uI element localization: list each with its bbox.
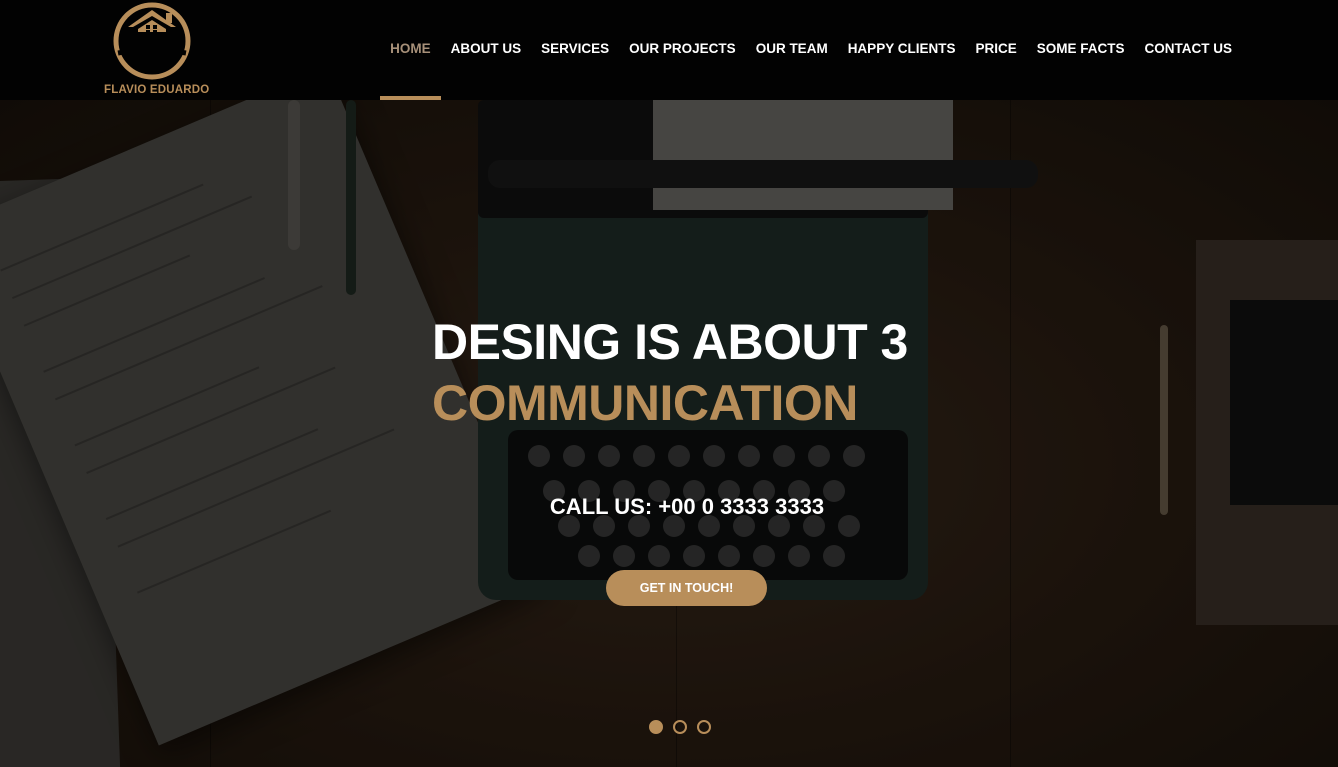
nav-item-our-team[interactable]: OUR TEAM bbox=[746, 0, 838, 100]
nav-item-contact-us[interactable]: CONTACT US bbox=[1135, 0, 1243, 100]
logo[interactable]: FLAVIO EDUARDO bbox=[104, 0, 210, 100]
slider-dot-1[interactable] bbox=[649, 720, 663, 734]
hero-subtitle: COMMUNICATION bbox=[432, 375, 858, 431]
nav-item-happy-clients[interactable]: HAPPY CLIENTS bbox=[838, 0, 966, 100]
navbar: FLAVIO EDUARDO HOME ABOUT US SERVICES OU… bbox=[0, 0, 1338, 100]
nav-item-our-projects[interactable]: OUR PROJECTS bbox=[619, 0, 746, 100]
nav-item-price[interactable]: PRICE bbox=[965, 0, 1026, 100]
nav-item-about-us[interactable]: ABOUT US bbox=[441, 0, 532, 100]
slider-dot-3[interactable] bbox=[697, 720, 711, 734]
slider-pagination bbox=[649, 720, 711, 734]
hero-call-us: CALL US: +00 0 3333 3333 bbox=[549, 494, 825, 519]
nav-item-home[interactable]: HOME bbox=[380, 0, 441, 100]
hero-slider: DESING IS ABOUT 3 COMMUNICATION CALL US:… bbox=[0, 100, 1338, 767]
hero-title: DESING IS ABOUT 3 bbox=[432, 314, 908, 370]
house-in-circle-icon bbox=[113, 2, 191, 80]
brand-name: FLAVIO EDUARDO bbox=[104, 84, 210, 96]
get-in-touch-button[interactable]: GET IN TOUCH! bbox=[606, 570, 767, 606]
slider-dot-2[interactable] bbox=[673, 720, 687, 734]
main-nav: HOME ABOUT US SERVICES OUR PROJECTS OUR … bbox=[380, 0, 1242, 100]
nav-item-services[interactable]: SERVICES bbox=[531, 0, 619, 100]
hero-overlay bbox=[0, 100, 1338, 767]
nav-item-some-facts[interactable]: SOME FACTS bbox=[1027, 0, 1135, 100]
